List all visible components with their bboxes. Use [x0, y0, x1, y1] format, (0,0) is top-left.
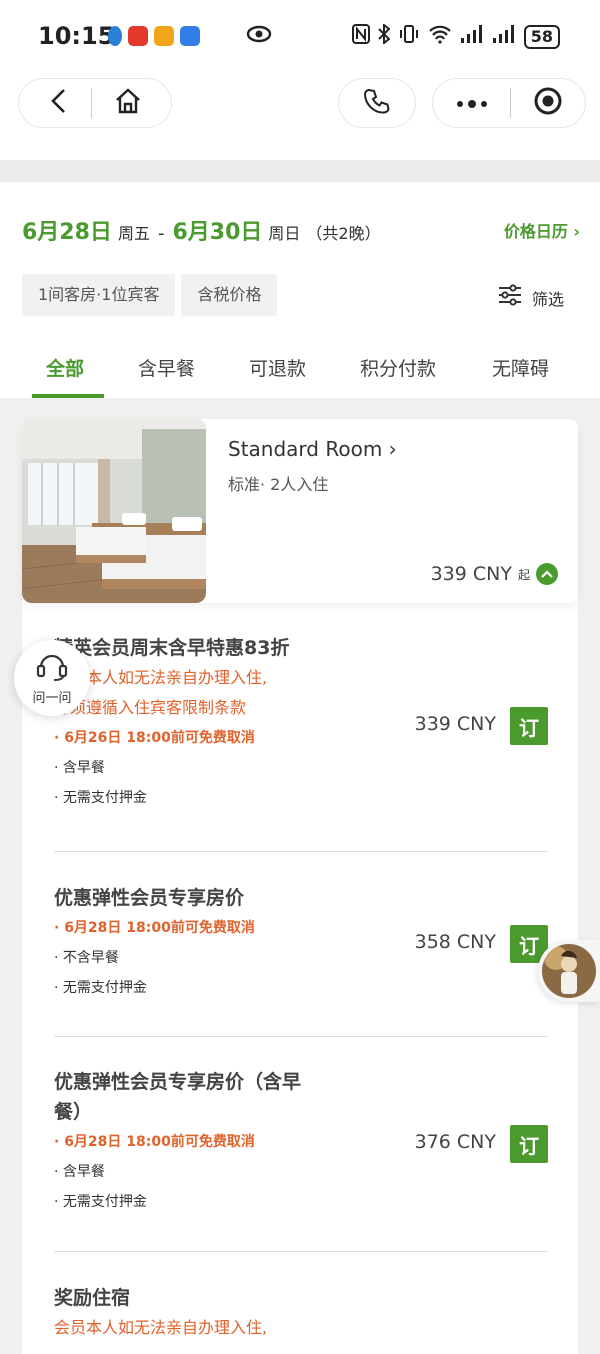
home-icon[interactable] [114, 87, 142, 119]
checkin-weekday: 周五 [117, 224, 150, 243]
target-icon[interactable] [533, 86, 563, 120]
book-button[interactable]: 订 [510, 707, 548, 745]
phone-icon [363, 87, 391, 119]
rate-plan-4: 奖励住宿 会员本人如无法亲自办理入住, [54, 1283, 548, 1343]
date-filter-section: 6月28日 周五 - 6月30日 周日 （共2晚） 价格日历 › 1间客房·1位… [0, 182, 600, 398]
eye-icon [246, 24, 272, 49]
room-subtitle: 标准· 2人入住 [228, 475, 329, 494]
status-bar: 10:15 58 [0, 0, 600, 72]
nav-divider [90, 88, 92, 118]
checkin-date: 6月28日 [22, 220, 112, 245]
date-range[interactable]: 6月28日 周五 - 6月30日 周日 （共2晚） [22, 214, 381, 246]
chevron-left-icon[interactable] [49, 87, 69, 119]
nfc-icon [351, 24, 370, 49]
price-calendar-link[interactable]: 价格日历 › [504, 218, 580, 242]
rate-plan-2: 优惠弹性会员专享房价 · 6月28日 18:00前可免费取消 · 不含早餐 · … [54, 883, 548, 1003]
search-chips: 1间客房·1位宾客 含税价格 [22, 274, 278, 316]
tab-breakfast[interactable]: 含早餐 [138, 354, 195, 381]
floating-avatar-button[interactable] [538, 940, 600, 1002]
rate-deposit: · 无需支付押金 [54, 980, 147, 996]
headset-icon [35, 651, 69, 685]
filter-button[interactable]: 筛选 [498, 284, 564, 311]
rate-divider [54, 851, 548, 852]
checkout-weekday: 周日 [268, 224, 301, 243]
phone-button[interactable] [338, 78, 416, 128]
status-time: 10:15 [38, 22, 115, 50]
filter-label: 筛选 [531, 289, 564, 309]
signal-icon [492, 24, 516, 49]
rate-title: 奖励住宿 [54, 1287, 131, 1309]
rate-title: 优惠弹性会员专享房价 [54, 887, 245, 909]
rate-breakfast: · 含早餐 [54, 1164, 105, 1180]
date-separator: - [157, 223, 165, 244]
checkout-date: 6月30日 [172, 220, 263, 245]
rate-price: 339 CNY [414, 713, 496, 735]
rooms-guests-chip[interactable]: 1间客房·1位宾客 [22, 274, 176, 316]
more-dots-icon[interactable] [456, 94, 488, 113]
tab-points[interactable]: 积分付款 [360, 354, 436, 381]
rate-plan-3: 优惠弹性会员专享房价（含早 餐） · 6月28日 18:00前可免费取消 · 含… [54, 1067, 548, 1217]
room-price-suffix: 起 [517, 567, 530, 582]
room-photo[interactable] [22, 419, 206, 603]
room-header[interactable]: Standard Room › 标准· 2人入住 339 CNY 起 [22, 419, 578, 603]
room-card: Standard Room › 标准· 2人入住 339 CNY 起 精英会员周… [22, 419, 578, 1354]
avatar [542, 944, 596, 998]
book-button[interactable]: 订 [510, 1125, 548, 1163]
app-notification-icon [108, 26, 122, 46]
rate-warning: 会员本人如无法亲自办理入住, [54, 1318, 268, 1337]
rate-price: 376 CNY [414, 1131, 496, 1153]
rate-breakfast: · 含早餐 [54, 760, 105, 776]
room-price-amount: 339 CNY [430, 563, 512, 585]
tax-price-chip[interactable]: 含税价格 [181, 274, 278, 316]
app-notification-icon [154, 26, 174, 46]
vibrate-icon [398, 24, 420, 49]
chevron-up-icon[interactable] [536, 563, 558, 585]
active-tab-indicator [32, 394, 104, 398]
capsule-divider [509, 88, 511, 118]
top-navbar [0, 72, 600, 160]
rate-price: 358 CNY [414, 931, 496, 953]
rate-tabs: 全部 含早餐 可退款 积分付款 无障碍 [0, 350, 600, 398]
tab-refundable[interactable]: 可退款 [249, 354, 306, 381]
notification-icons [108, 26, 200, 46]
rate-divider [54, 1251, 548, 1252]
rate-plan-1: 精英会员周末含早特惠83折 会员本人如无法亲自办理入住, 必须遵循入住宾客限制条… [54, 633, 548, 813]
rate-title: 精英会员周末含早特惠83折 [54, 637, 290, 659]
rate-title: 优惠弹性会员专享房价（含早 [54, 1071, 302, 1093]
room-name-link[interactable]: Standard Room › [228, 437, 397, 461]
rate-warning: 会员本人如无法亲自办理入住, [54, 668, 268, 687]
tab-accessible[interactable]: 无障碍 [492, 354, 549, 381]
app-notification-icon [128, 26, 148, 46]
capsule-menu [432, 78, 586, 128]
battery-indicator: 58 [523, 24, 560, 49]
rate-deposit: · 无需支付押金 [54, 1194, 147, 1210]
nav-left-pill [18, 78, 172, 128]
sliders-icon [498, 284, 522, 311]
nights-count: （共2晚） [306, 224, 381, 243]
ask-label: 问一问 [32, 690, 72, 706]
section-gap [0, 160, 600, 182]
signal-icon [460, 24, 484, 49]
rate-deposit: · 无需支付押金 [54, 790, 147, 806]
app-notification-icon [180, 26, 200, 46]
wifi-icon [428, 24, 452, 49]
rate-title-cont: 餐） [54, 1101, 93, 1123]
bluetooth-icon [378, 22, 391, 49]
rate-divider [54, 1036, 548, 1037]
room-from-price[interactable]: 339 CNY 起 [431, 563, 558, 585]
tab-all[interactable]: 全部 [46, 354, 84, 381]
system-icons: 58 [351, 22, 560, 49]
ask-assistant-button[interactable]: 问一问 [14, 640, 90, 716]
